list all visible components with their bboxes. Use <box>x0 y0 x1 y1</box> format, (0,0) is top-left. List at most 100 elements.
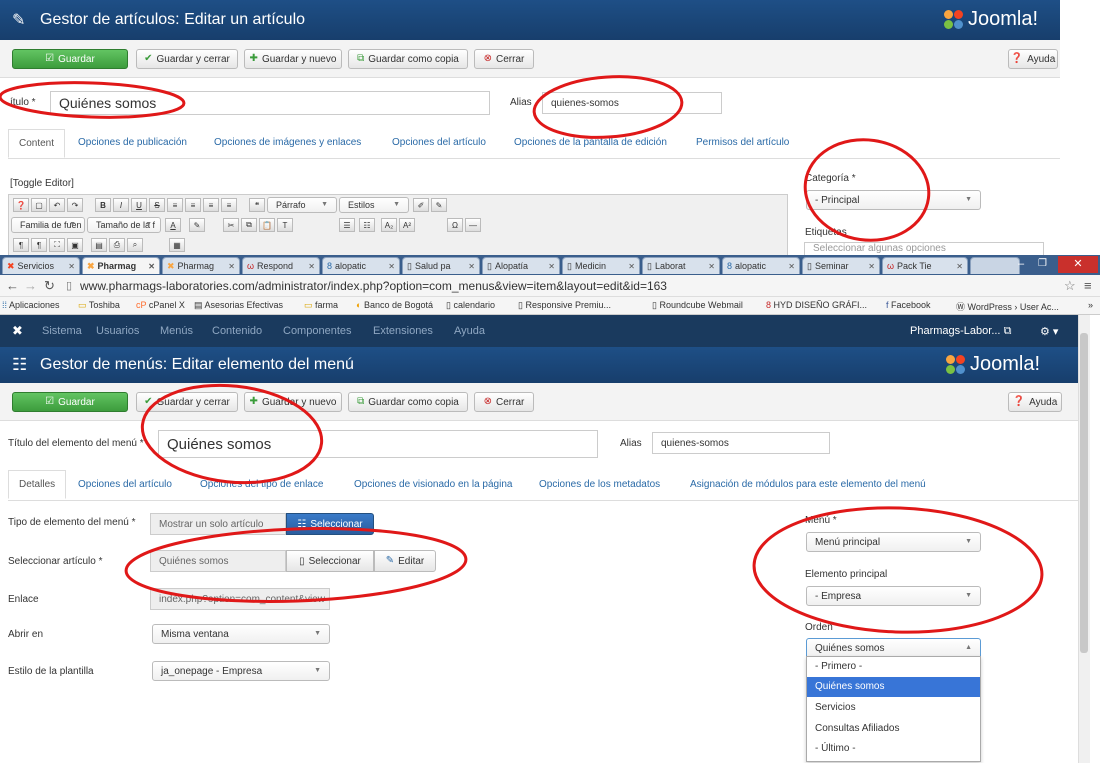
help-button[interactable]: ❓ Ayuda <box>1008 49 1058 69</box>
browser-tab[interactable]: 8 alopatic ✕ <box>722 257 800 274</box>
close-icon[interactable]: ✕ <box>308 262 315 271</box>
tab-article-options[interactable]: Opciones del artículo <box>78 479 172 490</box>
save-close-button[interactable]: ✔ Guardar y cerrar <box>136 392 238 412</box>
browser-tab[interactable]: ▯ Medicin ✕ <box>562 257 640 274</box>
menu-select[interactable]: Menú principal ▼ <box>806 532 981 552</box>
reload-icon[interactable]: ↻ <box>44 278 55 294</box>
save-new-button[interactable]: ✚ Guardar y nuevo <box>244 392 342 412</box>
menu-usuarios[interactable]: Usuarios <box>96 325 139 337</box>
bold-icon[interactable]: B <box>95 198 111 212</box>
strikethrough-icon[interactable]: S <box>149 198 165 212</box>
tab-page-display[interactable]: Opciones de visionado en la página <box>354 479 512 490</box>
browser-tab[interactable]: ✖ Pharmag ✕ <box>162 257 240 274</box>
bookmark-cpanel[interactable]: cP cPanel X <box>136 300 185 310</box>
close-icon[interactable]: ✕ <box>388 262 395 271</box>
blockquote-icon[interactable]: ❝ <box>249 198 265 212</box>
close-icon[interactable]: ✕ <box>628 262 635 271</box>
align-right-icon[interactable]: ≡ <box>203 198 219 212</box>
scrollbar-thumb[interactable] <box>1080 333 1088 653</box>
tags-input[interactable]: Seleccionar algunas opciones <box>804 242 1044 256</box>
bookmark-calendario[interactable]: ▯ calendario <box>446 300 495 311</box>
tab-images-links[interactable]: Opciones de imágenes y enlaces <box>214 137 361 148</box>
browser-tab[interactable]: ▯ Seminar ✕ <box>802 257 880 274</box>
menu-contenido[interactable]: Contenido <box>212 325 262 337</box>
close-icon[interactable]: ✕ <box>788 262 795 271</box>
site-link[interactable]: Pharmags-Labor... ⧉ <box>910 325 1011 338</box>
category-select[interactable]: - Principal ▼ <box>806 190 981 210</box>
tab-publishing[interactable]: Opciones de publicación <box>78 137 187 148</box>
order-option[interactable]: - Primero - <box>807 657 980 677</box>
save-close-button[interactable]: ✔ Guardar y cerrar <box>136 49 238 69</box>
table-icon[interactable]: ▦ <box>169 238 185 252</box>
browser-tab[interactable]: ▯ Salud pa ✕ <box>402 257 480 274</box>
save-button[interactable]: ☑ Guardar <box>12 392 128 412</box>
close-button[interactable]: ⊗ Cerrar <box>474 392 534 412</box>
italic-icon[interactable]: I <box>113 198 129 212</box>
preview-icon[interactable]: ▤ <box>91 238 107 252</box>
minimize-icon[interactable]: – <box>1018 258 1024 270</box>
paste-text-icon[interactable]: T <box>277 218 293 232</box>
close-icon[interactable]: ✕ <box>956 262 963 271</box>
bookmark-facebook[interactable]: f Facebook <box>886 300 931 310</box>
tab-content[interactable]: Content <box>8 129 66 158</box>
star-icon[interactable]: ☆ <box>1064 278 1076 294</box>
close-icon[interactable]: ✕ <box>708 262 715 271</box>
browser-tab[interactable]: ▯ Laborat ✕ <box>642 257 720 274</box>
template-style-select[interactable]: ja_onepage - Empresa ▼ <box>152 661 330 681</box>
restore-icon[interactable]: ❐ <box>1038 258 1047 269</box>
bookmark-responsive[interactable]: ▯ Responsive Premiu... <box>518 300 611 311</box>
close-icon[interactable]: ✕ <box>468 262 475 271</box>
select-type-button[interactable]: ☷ Seleccionar <box>286 513 374 535</box>
fullscreen-icon[interactable]: ⛶ <box>49 238 65 252</box>
underline-icon[interactable]: U <box>131 198 147 212</box>
tab-link-type[interactable]: Opciones del tipo de enlace <box>200 479 323 490</box>
order-select[interactable]: Quiénes somos ▲ <box>806 638 981 658</box>
toggle-editor-link[interactable]: [Toggle Editor] <box>10 178 74 189</box>
menu-ayuda[interactable]: Ayuda <box>454 325 485 337</box>
bookmark-roundcube[interactable]: ▯ Roundcube Webmail <box>652 300 743 311</box>
bookmark-apps[interactable]: ⁞⁞ Aplicaciones <box>2 300 60 310</box>
eraser-icon[interactable]: ✐ <box>413 198 429 212</box>
menu-sistema[interactable]: Sistema <box>42 325 82 337</box>
paragraph-select[interactable]: Párrafo ▼ <box>267 197 337 213</box>
tab-module-assignment[interactable]: Asignación de módulos para este elemento… <box>690 479 926 490</box>
browser-tab-active[interactable]: ✖ Pharmag ✕ <box>82 257 160 274</box>
copy-icon[interactable]: ⧉ <box>241 218 257 232</box>
tab-article-options[interactable]: Opciones del artículo <box>392 137 486 148</box>
close-icon[interactable]: ✕ <box>548 262 555 271</box>
pilcrow-rtl-icon[interactable]: ¶ <box>31 238 47 252</box>
close-icon[interactable]: ✕ <box>68 262 75 271</box>
superscript-icon[interactable]: A² <box>399 218 415 232</box>
close-icon[interactable]: ✕ <box>868 262 875 271</box>
font-size-select[interactable]: Tamaño de la f ▼ <box>87 217 161 233</box>
order-option[interactable]: Servicios <box>807 698 980 718</box>
close-icon[interactable]: ✕ <box>228 262 235 271</box>
find-icon[interactable]: ⌕ <box>127 238 143 252</box>
back-icon[interactable]: ← <box>6 278 19 293</box>
browser-tab[interactable]: 8 alopatic ✕ <box>322 257 400 274</box>
menu-icon[interactable]: ≡ <box>1084 278 1092 293</box>
save-copy-button[interactable]: ⧉ Guardar como copia <box>348 392 468 412</box>
save-button[interactable]: ☑ Guardar <box>12 49 128 69</box>
tab-details[interactable]: Detalles <box>8 470 67 499</box>
align-left-icon[interactable]: ≡ <box>167 198 183 212</box>
font-family-select[interactable]: Familia de fuen ▼ <box>11 217 85 233</box>
select-article-button[interactable]: ▯ Seleccionar <box>286 550 374 572</box>
brush-icon[interactable]: ✎ <box>431 198 447 212</box>
order-option[interactable]: - Último - <box>807 739 980 759</box>
pilcrow-icon[interactable]: ¶ <box>13 238 29 252</box>
bookmark-farma[interactable]: ▭ farma <box>304 300 338 311</box>
tab-permissions[interactable]: Permisos del artículo <box>696 137 789 148</box>
bookmark-wordpress[interactable]: Ⓦ WordPress › User Ac... <box>956 300 1059 313</box>
image-icon[interactable]: ▣ <box>67 238 83 252</box>
save-new-button[interactable]: ✚ Guardar y nuevo <box>244 49 342 69</box>
horizontal-rule-icon[interactable]: — <box>465 218 481 232</box>
undo-icon[interactable]: ↶ <box>49 198 65 212</box>
edit-article-button[interactable]: ✎ Editar <box>374 550 436 572</box>
parent-item-select[interactable]: - Empresa ▼ <box>806 586 981 606</box>
paste-icon[interactable]: 📋 <box>259 218 275 232</box>
bookmark-hyd[interactable]: 8 HYD DISEÑO GRÁFI... <box>766 300 867 310</box>
url-input[interactable]: www.pharmags-laboratories.com/administra… <box>80 279 667 293</box>
browser-tab[interactable]: ω Pack Tie ✕ <box>882 257 968 274</box>
gear-icon[interactable]: ⚙ ▾ <box>1040 325 1058 338</box>
